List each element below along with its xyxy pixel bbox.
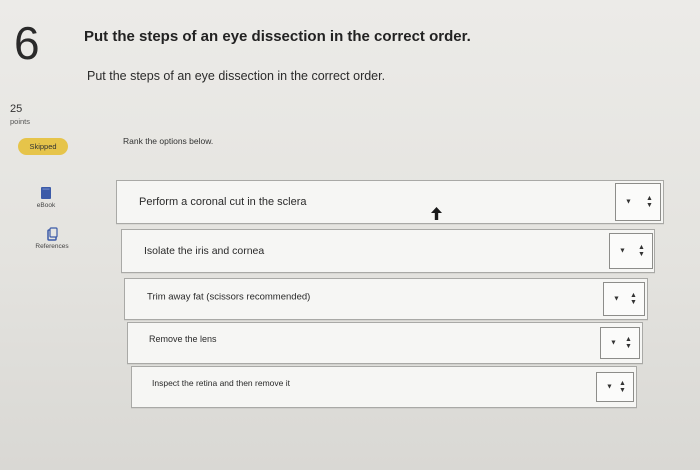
stepper-icon: ▲▼ — [619, 380, 626, 394]
rank-select[interactable]: ▼ ▲▼ — [600, 327, 640, 359]
chevron-down-icon: ▼ — [613, 295, 620, 303]
rank-option-label: Perform a coronal cut in the sclera — [139, 196, 307, 208]
rank-select[interactable]: ▼ ▲▼ — [603, 282, 645, 316]
rank-option[interactable]: Trim away fat (scissors recommended) ▼ ▲… — [124, 278, 648, 320]
stepper-icon: ▲▼ — [625, 336, 632, 350]
rank-option[interactable]: Isolate the iris and cornea ▼ ▲▼ — [121, 229, 655, 273]
rank-select[interactable]: ▼ ▲▼ — [596, 372, 634, 402]
rank-select[interactable]: ▼ ▲▼ — [615, 183, 661, 221]
rank-option[interactable]: Inspect the retina and then remove it ▼ … — [131, 366, 637, 408]
rank-option[interactable]: Remove the lens ▼ ▲▼ — [127, 322, 643, 364]
chevron-down-icon: ▼ — [619, 247, 626, 255]
chevron-down-icon: ▼ — [610, 339, 617, 347]
rank-option-label: Inspect the retina and then remove it — [152, 378, 290, 388]
rank-option-label: Isolate the iris and cornea — [144, 245, 265, 257]
rank-option-label: Trim away fat (scissors recommended) — [147, 291, 311, 303]
stepper-icon: ▲▼ — [630, 292, 637, 306]
mouse-cursor-icon — [431, 207, 442, 220]
stepper-icon: ▲▼ — [638, 244, 645, 258]
rank-option[interactable]: Perform a coronal cut in the sclera ▼ ▲▼ — [116, 180, 664, 224]
rank-option-label: Remove the lens — [149, 334, 217, 344]
rank-select[interactable]: ▼ ▲▼ — [609, 233, 653, 269]
stepper-icon: ▲▼ — [646, 195, 653, 209]
rank-options-list: Perform a coronal cut in the sclera ▼ ▲▼… — [0, 0, 700, 470]
chevron-down-icon: ▼ — [625, 198, 632, 206]
chevron-down-icon: ▼ — [606, 383, 613, 391]
